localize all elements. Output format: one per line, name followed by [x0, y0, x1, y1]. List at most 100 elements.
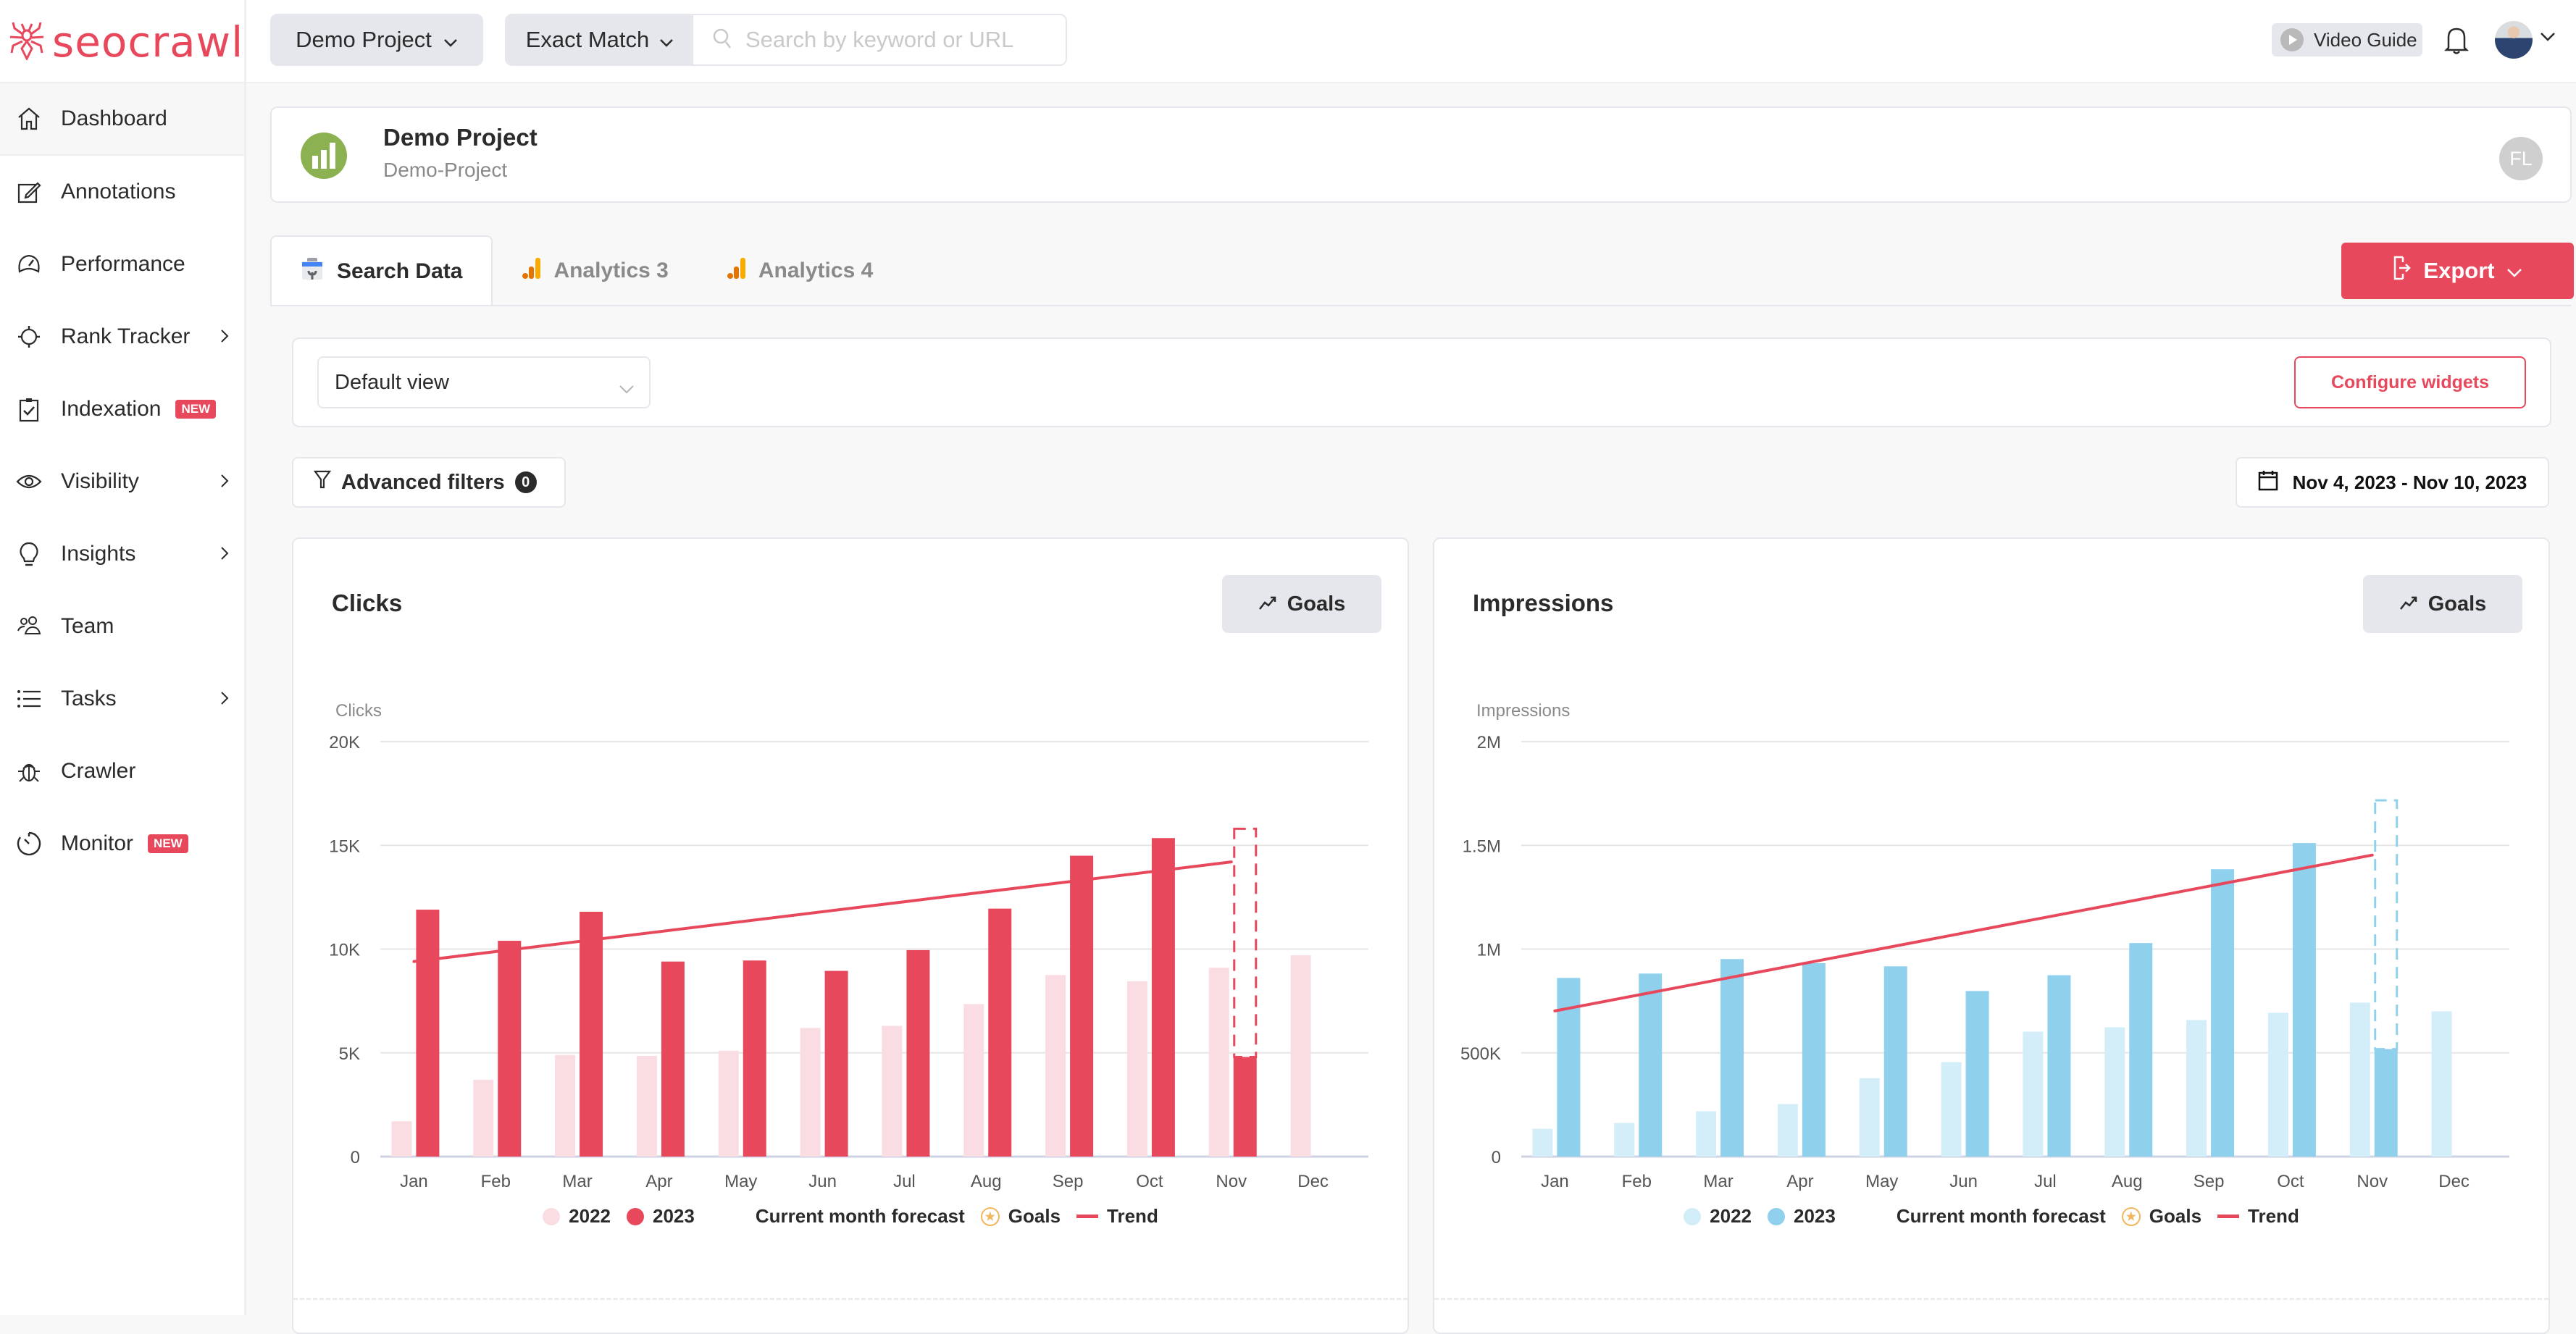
- bell-icon[interactable]: [2443, 26, 2470, 59]
- forecast-bar-nov[interactable]: [2374, 799, 2399, 1051]
- project-select[interactable]: Demo Project: [270, 14, 483, 66]
- logo[interactable]: seocrawl: [0, 0, 246, 83]
- x-tick-label: Oct: [1136, 1172, 1163, 1191]
- bar-2023-may[interactable]: [1883, 966, 1907, 1157]
- chevron-down-icon[interactable]: [2540, 32, 2556, 46]
- configure-widgets-button[interactable]: Configure widgets: [2294, 356, 2526, 408]
- bar-2023-oct[interactable]: [1151, 838, 1175, 1157]
- bar-2022-oct[interactable]: [2267, 1012, 2288, 1157]
- bar-2023-sep[interactable]: [1070, 855, 1094, 1157]
- legend-item-goals[interactable]: ★ Goals: [980, 1205, 1061, 1228]
- legend-item-2022[interactable]: 2022: [1684, 1205, 1752, 1228]
- search-input[interactable]: [745, 27, 1050, 53]
- bar-2023-apr[interactable]: [1802, 962, 1826, 1157]
- bar-2022-feb[interactable]: [473, 1079, 494, 1157]
- legend-item-2023[interactable]: 2023: [627, 1205, 695, 1228]
- tab-analytics-3[interactable]: Analytics 3: [493, 235, 697, 306]
- bar-2022-oct[interactable]: [1126, 981, 1147, 1157]
- y-tick-label: 15K: [329, 836, 360, 856]
- tab-label: Analytics 4: [758, 258, 874, 282]
- timer-icon: [16, 831, 42, 857]
- filter-icon: [313, 469, 332, 495]
- video-guide-button[interactable]: Video Guide: [2272, 23, 2422, 56]
- tab-search-data[interactable]: Search Data: [270, 235, 493, 306]
- bar-2023-jan[interactable]: [1557, 978, 1581, 1157]
- bar-2023-feb[interactable]: [498, 941, 522, 1157]
- match-type-select[interactable]: Exact Match: [506, 15, 693, 64]
- sidebar-item-performance[interactable]: Performance: [0, 228, 244, 301]
- bar-2023-mar[interactable]: [1720, 959, 1744, 1157]
- bar-2023-nov[interactable]: [1233, 1057, 1257, 1157]
- bar-2023-aug[interactable]: [988, 908, 1012, 1157]
- advanced-filters-button[interactable]: Advanced filters 0: [292, 457, 566, 508]
- bar-2022-dec[interactable]: [1290, 955, 1311, 1157]
- export-button[interactable]: Export: [2341, 243, 2574, 299]
- bar-2022-aug[interactable]: [2104, 1027, 2125, 1157]
- legend-item-2023[interactable]: 2023: [1768, 1205, 1836, 1228]
- legend-item-forecast[interactable]: Current month forecast: [1897, 1205, 2106, 1228]
- bar-2022-sep[interactable]: [2186, 1020, 2207, 1157]
- bar-2022-mar[interactable]: [555, 1054, 576, 1157]
- bar-2023-apr[interactable]: [661, 961, 685, 1157]
- bar-2022-nov[interactable]: [2349, 1002, 2370, 1157]
- bar-2022-jun[interactable]: [800, 1028, 821, 1157]
- sidebar-item-insights[interactable]: Insights: [0, 518, 244, 590]
- view-select[interactable]: Default view: [317, 356, 651, 408]
- bar-2023-jun[interactable]: [1965, 991, 1989, 1157]
- bar-2022-apr[interactable]: [1777, 1104, 1798, 1157]
- sidebar-item-annotations[interactable]: Annotations: [0, 156, 244, 228]
- bar-2023-aug[interactable]: [2129, 943, 2153, 1157]
- bar-2023-sep[interactable]: [2211, 869, 2235, 1157]
- sidebar-item-indexation[interactable]: Indexation NEW: [0, 373, 244, 445]
- advanced-filters-label: Advanced filters: [341, 470, 505, 494]
- legend-item-trend[interactable]: Trend: [1076, 1205, 1158, 1228]
- tab-label: Analytics 3: [553, 258, 669, 282]
- bar-2022-aug[interactable]: [963, 1004, 984, 1157]
- bar-2022-apr[interactable]: [636, 1056, 657, 1157]
- sidebar-item-tasks[interactable]: Tasks: [0, 663, 244, 735]
- bar-2022-may[interactable]: [1859, 1078, 1880, 1157]
- legend-item-2022[interactable]: 2022: [543, 1205, 611, 1228]
- bar-2022-may[interactable]: [718, 1050, 739, 1157]
- sidebar-item-visibility[interactable]: Visibility: [0, 445, 244, 518]
- trend-line-icon: [2217, 1215, 2240, 1218]
- date-range-picker[interactable]: Nov 4, 2023 - Nov 10, 2023: [2236, 457, 2549, 508]
- y-axis-title: Clicks: [335, 701, 382, 721]
- sidebar-item-team[interactable]: Team: [0, 590, 244, 663]
- bar-2022-sep[interactable]: [1045, 975, 1066, 1157]
- bar-2022-jan[interactable]: [391, 1121, 412, 1157]
- bar-2023-feb[interactable]: [1639, 973, 1663, 1157]
- video-guide-label: Video Guide: [2314, 28, 2417, 51]
- tab-analytics-4[interactable]: Analytics 4: [698, 235, 902, 306]
- edit-icon: [16, 179, 42, 205]
- bar-2023-oct[interactable]: [2292, 843, 2316, 1157]
- sidebar-item-rank-tracker[interactable]: Rank Tracker: [0, 301, 244, 373]
- user-initials-avatar[interactable]: FL: [2499, 137, 2543, 180]
- bar-2023-jul[interactable]: [906, 949, 930, 1157]
- legend-item-trend[interactable]: Trend: [2217, 1205, 2299, 1228]
- bar-2022-jul[interactable]: [882, 1025, 903, 1157]
- bar-2022-jun[interactable]: [1941, 1062, 1962, 1157]
- bar-2022-nov[interactable]: [1208, 968, 1229, 1157]
- bar-2022-jan[interactable]: [1532, 1128, 1553, 1157]
- bar-2023-jul[interactable]: [2047, 975, 2071, 1157]
- legend-item-forecast[interactable]: Current month forecast: [756, 1205, 965, 1228]
- forecast-bar-nov[interactable]: [1233, 827, 1258, 1058]
- bar-2023-may[interactable]: [743, 960, 766, 1157]
- bar-2022-dec[interactable]: [2431, 1011, 2452, 1157]
- search-field: [693, 15, 1066, 64]
- sidebar-item-crawler[interactable]: Crawler: [0, 735, 244, 807]
- legend-dot: [1768, 1207, 1786, 1225]
- sidebar-item-label: Tasks: [61, 687, 117, 710]
- sidebar-item-monitor[interactable]: Monitor NEW: [0, 807, 244, 880]
- bar-2023-jun[interactable]: [824, 970, 848, 1157]
- bar-2023-mar[interactable]: [580, 911, 603, 1157]
- sidebar-item-dashboard[interactable]: Dashboard: [0, 83, 244, 156]
- bar-2022-mar[interactable]: [1696, 1111, 1717, 1157]
- bar-2023-nov[interactable]: [2374, 1049, 2398, 1157]
- bar-2022-jul[interactable]: [2023, 1031, 2044, 1157]
- bar-2023-jan[interactable]: [416, 910, 440, 1157]
- bar-2022-feb[interactable]: [1614, 1123, 1635, 1157]
- legend-item-goals[interactable]: ★ Goals: [2121, 1205, 2201, 1228]
- user-avatar[interactable]: [2495, 21, 2533, 59]
